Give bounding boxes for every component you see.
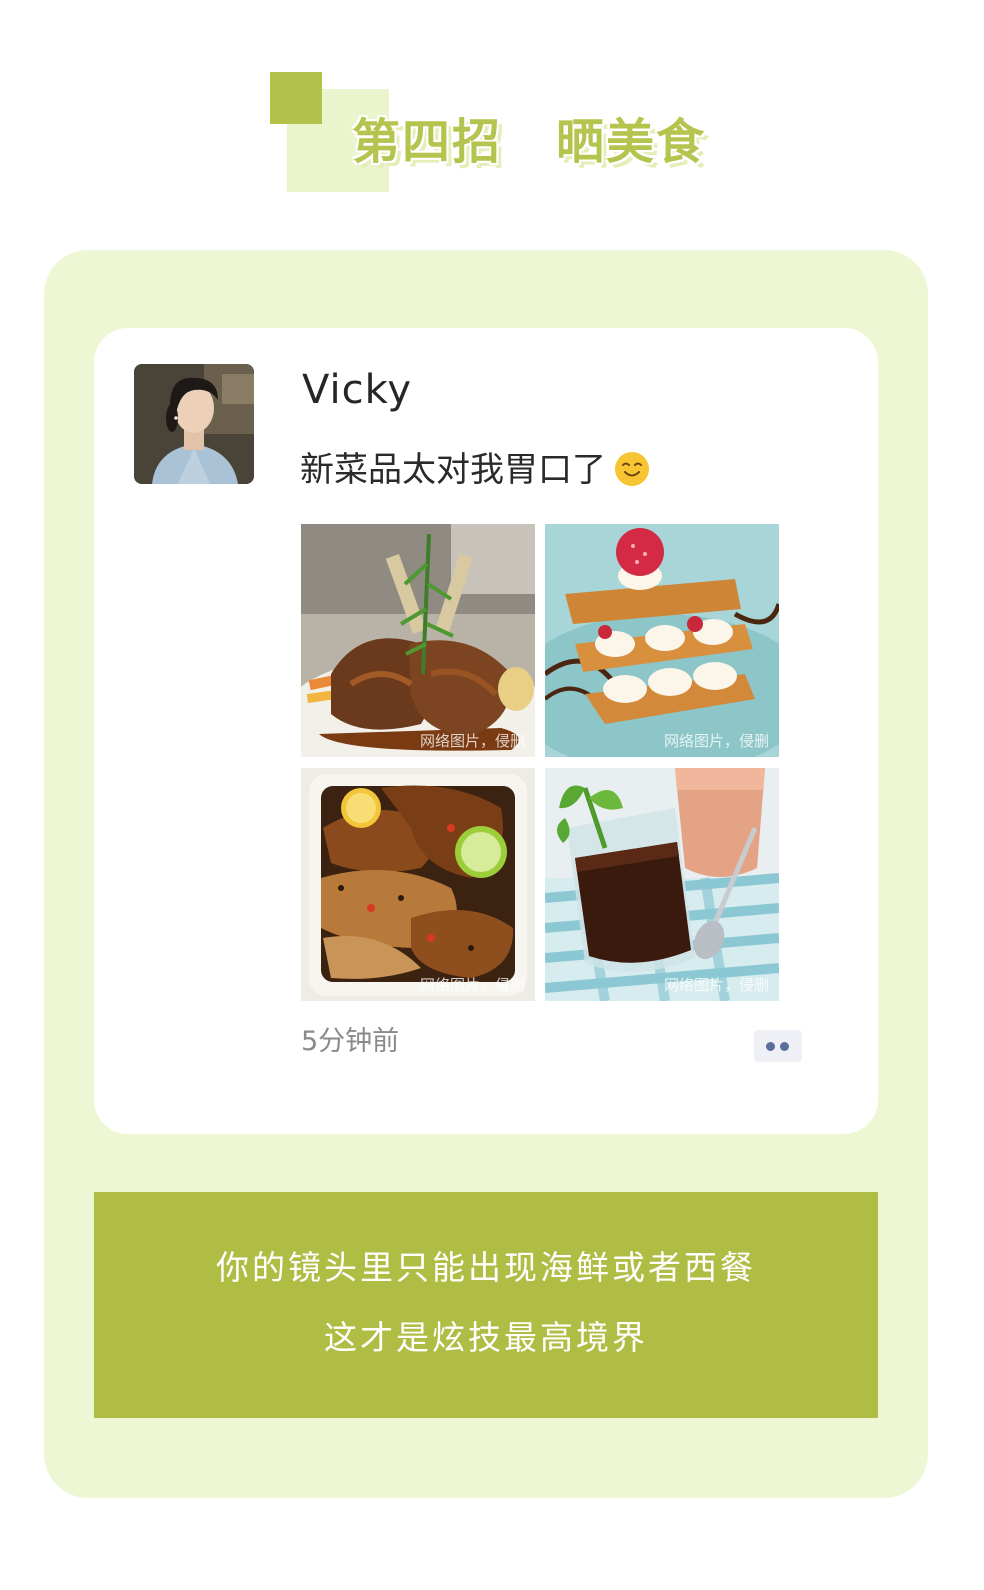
more-actions-button[interactable]	[754, 1030, 802, 1062]
post-timestamp: 5分钟前	[301, 1026, 400, 1057]
photo-grilled-lamb[interactable]: 网络图片，侵删	[301, 524, 535, 757]
avatar[interactable]	[134, 364, 254, 484]
more-dot-icon	[766, 1042, 775, 1051]
post-text-content: 新菜品太对我胃口了	[300, 450, 606, 490]
photo-watermark: 网络图片，侵删	[419, 976, 525, 994]
photo-watermark: 网络图片，侵删	[663, 976, 769, 994]
photo-grid: 网络图片，侵删 网络图片，侵删 网络图片，侵删 网络图片，侵删	[301, 524, 781, 1001]
section-title-part1: 第四招	[352, 114, 503, 170]
moments-post-card: Vicky 新菜品太对我胃口了 网络图片，侵删 网络图片，侵删 网络图片，侵删 …	[94, 328, 878, 1134]
username[interactable]: Vicky	[302, 364, 412, 416]
photo-roast-chicken[interactable]: 网络图片，侵删	[301, 768, 535, 1001]
photo-mille-feuille[interactable]: 网络图片，侵删	[545, 524, 779, 757]
caption-line-1: 你的镜头里只能出现海鲜或者西餐	[216, 1248, 756, 1287]
caption-line-2: 这才是炫技最高境界	[324, 1318, 648, 1357]
smiling-face-icon	[614, 451, 650, 500]
caption-banner: 你的镜头里只能出现海鲜或者西餐 这才是炫技最高境界	[94, 1192, 878, 1418]
photo-drinks[interactable]: 网络图片，侵删	[545, 768, 779, 1001]
decoration-square-dark	[270, 72, 322, 124]
post-text: 新菜品太对我胃口了	[300, 446, 650, 500]
photo-watermark: 网络图片，侵删	[663, 732, 769, 750]
photo-watermark: 网络图片，侵删	[419, 732, 525, 750]
section-title-part2: 晒美食	[556, 114, 707, 170]
section-title: 第四招 晒美食	[352, 110, 706, 174]
more-dot-icon	[780, 1042, 789, 1051]
